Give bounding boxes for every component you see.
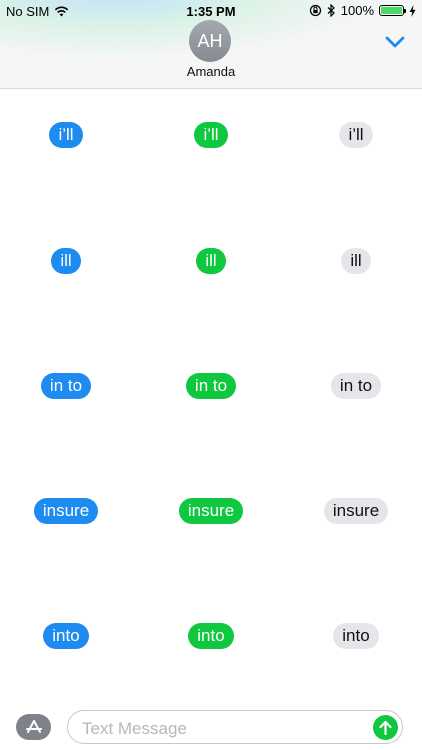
message-input[interactable]: Text Message <box>67 710 403 744</box>
sticker-blue[interactable]: in to <box>40 373 92 399</box>
sticker-cell: i’ll <box>141 122 281 148</box>
battery-cap <box>404 9 406 13</box>
battery-percent: 100% <box>340 3 374 18</box>
sticker-grid: i’ll i’ll i’ll ill ill ill in to in to i… <box>0 89 422 701</box>
app-store-icon <box>25 720 42 733</box>
sticker-gray[interactable]: ill <box>341 248 371 274</box>
sticker-green[interactable]: into <box>188 623 234 649</box>
arrow-up-icon <box>379 720 392 735</box>
sticker-cell: ill <box>0 248 136 274</box>
sticker-gray[interactable]: into <box>333 623 379 649</box>
app-store-button[interactable] <box>16 714 51 740</box>
bluetooth-icon <box>327 4 335 17</box>
contact-name[interactable]: Amanda <box>0 64 422 79</box>
status-bar: No SIM 1:35 PM 100% <box>0 0 422 22</box>
sticker-cell: ill <box>141 248 281 274</box>
sticker-cell: i’ll <box>0 122 136 148</box>
sticker-cell: into <box>0 623 136 649</box>
sticker-gray[interactable]: in to <box>330 373 382 399</box>
chevron-down-icon[interactable] <box>384 34 406 50</box>
sticker-gray[interactable]: insure <box>323 498 389 524</box>
sticker-cell: in to <box>286 373 422 399</box>
sticker-blue[interactable]: ill <box>51 248 81 274</box>
battery-icon <box>379 5 406 16</box>
sticker-cell: in to <box>141 373 281 399</box>
sticker-cell: insure <box>0 498 136 524</box>
sticker-cell: insure <box>286 498 422 524</box>
contact-avatar[interactable]: AH <box>189 20 231 62</box>
sticker-cell: into <box>286 623 422 649</box>
sticker-cell: ill <box>286 248 422 274</box>
composer-bar: Text Message <box>0 702 422 750</box>
message-placeholder: Text Message <box>82 719 187 738</box>
sticker-blue[interactable]: into <box>43 623 89 649</box>
sticker-green[interactable]: in to <box>185 373 237 399</box>
sticker-green[interactable]: insure <box>178 498 244 524</box>
sticker-cell: i’ll <box>286 122 422 148</box>
sticker-green[interactable]: i’ll <box>194 122 228 148</box>
orientation-lock-icon <box>309 4 321 17</box>
charging-bolt-icon <box>409 4 416 17</box>
sticker-blue[interactable]: insure <box>33 498 99 524</box>
send-button[interactable] <box>373 715 398 740</box>
sticker-green[interactable]: ill <box>196 248 226 274</box>
sticker-cell: into <box>141 623 281 649</box>
avatar-initials: AH <box>197 30 223 51</box>
sticker-cell: in to <box>0 373 136 399</box>
top-area: No SIM 1:35 PM 100% AH Amanda <box>0 0 422 89</box>
status-right: 100% <box>309 3 416 18</box>
sticker-gray[interactable]: i’ll <box>339 122 373 148</box>
sticker-cell: insure <box>141 498 281 524</box>
battery-fill <box>381 7 402 14</box>
sticker-blue[interactable]: i’ll <box>49 122 83 148</box>
